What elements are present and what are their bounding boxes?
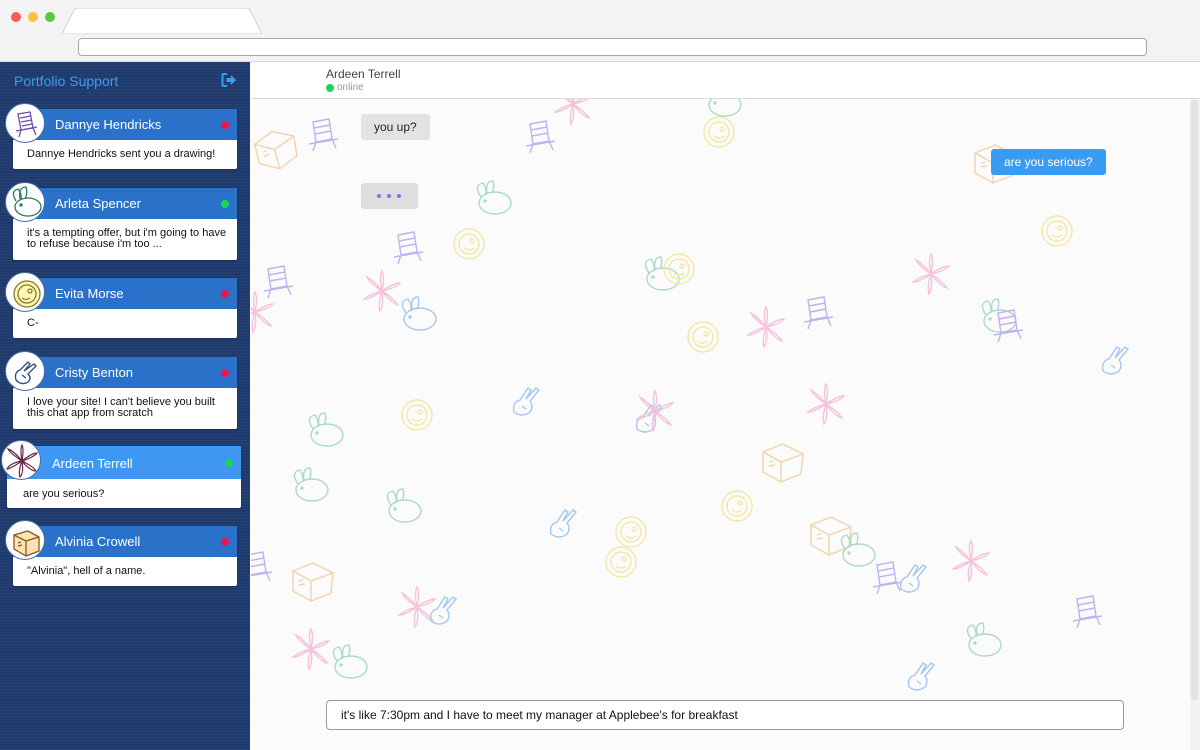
conversation-preview: it's a tempting offer, but i'm going to … bbox=[27, 227, 227, 250]
conversation-name: Arleta Spencer bbox=[55, 196, 141, 211]
minimize-window-button[interactable] bbox=[28, 12, 38, 22]
address-bar[interactable] bbox=[78, 38, 1147, 56]
sidebar: Portfolio Support Dannye Hendricks Danny… bbox=[0, 62, 250, 750]
logout-icon[interactable] bbox=[221, 72, 237, 88]
message-bubble-sent: are you serious? bbox=[991, 149, 1106, 175]
conversation-item-active[interactable]: Ardeen Terrell are you serious? bbox=[1, 440, 241, 508]
conversation-header: Alvinia Crowell bbox=[13, 526, 237, 557]
conversation-name: Cristy Benton bbox=[55, 365, 134, 380]
conversation-preview: are you serious? bbox=[23, 488, 105, 500]
conversation-preview: C- bbox=[27, 317, 39, 329]
status-dot bbox=[225, 459, 233, 467]
conversation-name: Dannye Hendricks bbox=[55, 117, 162, 132]
box-avatar bbox=[5, 520, 45, 560]
conversation-header: Dannye Hendricks bbox=[13, 109, 237, 140]
conversation-header: Ardeen Terrell bbox=[7, 446, 241, 479]
status-dot bbox=[221, 538, 229, 546]
conversation-header: Cristy Benton bbox=[13, 357, 237, 388]
chat-header: Ardeen Terrell online bbox=[251, 62, 1200, 99]
bunny-avatar bbox=[5, 182, 45, 222]
contact-name: Ardeen Terrell bbox=[326, 67, 401, 81]
contact-status: online bbox=[337, 82, 364, 93]
conversation-name: Alvinia Crowell bbox=[55, 534, 141, 549]
conversation-item[interactable]: Dannye Hendricks Dannye Hendricks sent y… bbox=[5, 103, 237, 169]
conversation-header: Evita Morse bbox=[13, 278, 237, 309]
browser-chrome bbox=[0, 0, 1200, 62]
conversation-header: Arleta Spencer bbox=[13, 188, 237, 219]
typing-dots-icon bbox=[361, 183, 418, 209]
conversation-item[interactable]: Evita Morse C- bbox=[5, 272, 237, 338]
conversation-item[interactable]: Cristy Benton I love your site! I can't … bbox=[5, 351, 237, 429]
close-window-button[interactable] bbox=[11, 12, 21, 22]
conversation-preview: Dannye Hendricks sent you a drawing! bbox=[27, 148, 216, 160]
message-input[interactable] bbox=[326, 700, 1124, 730]
conversation-item[interactable]: Arleta Spencer it's a tempting offer, bu… bbox=[5, 182, 237, 260]
conversation-name: Ardeen Terrell bbox=[52, 456, 133, 471]
sidebar-title: Portfolio Support bbox=[14, 73, 119, 89]
peace-hand-avatar bbox=[5, 351, 45, 391]
status-dot bbox=[221, 290, 229, 298]
conversation-preview: "Alvinia", hell of a name. bbox=[27, 565, 146, 577]
status-dot bbox=[221, 369, 229, 377]
lawn-chair-avatar bbox=[5, 103, 45, 143]
online-status-dot bbox=[326, 84, 334, 92]
sidebar-header: Portfolio Support bbox=[0, 62, 250, 102]
browser-tab[interactable] bbox=[62, 8, 262, 34]
flower-avatar bbox=[1, 440, 41, 480]
maximize-window-button[interactable] bbox=[45, 12, 55, 22]
conversation-preview: I love your site! I can't believe you bu… bbox=[27, 396, 215, 419]
smiley-avatar bbox=[5, 272, 45, 312]
scrollbar-thumb[interactable] bbox=[1191, 100, 1198, 700]
conversation-name: Evita Morse bbox=[55, 286, 124, 301]
conversation-item[interactable]: Alvinia Crowell "Alvinia", hell of a nam… bbox=[5, 520, 237, 586]
status-dot bbox=[221, 200, 229, 208]
status-dot bbox=[221, 121, 229, 129]
message-bubble-received: you up? bbox=[361, 114, 430, 140]
